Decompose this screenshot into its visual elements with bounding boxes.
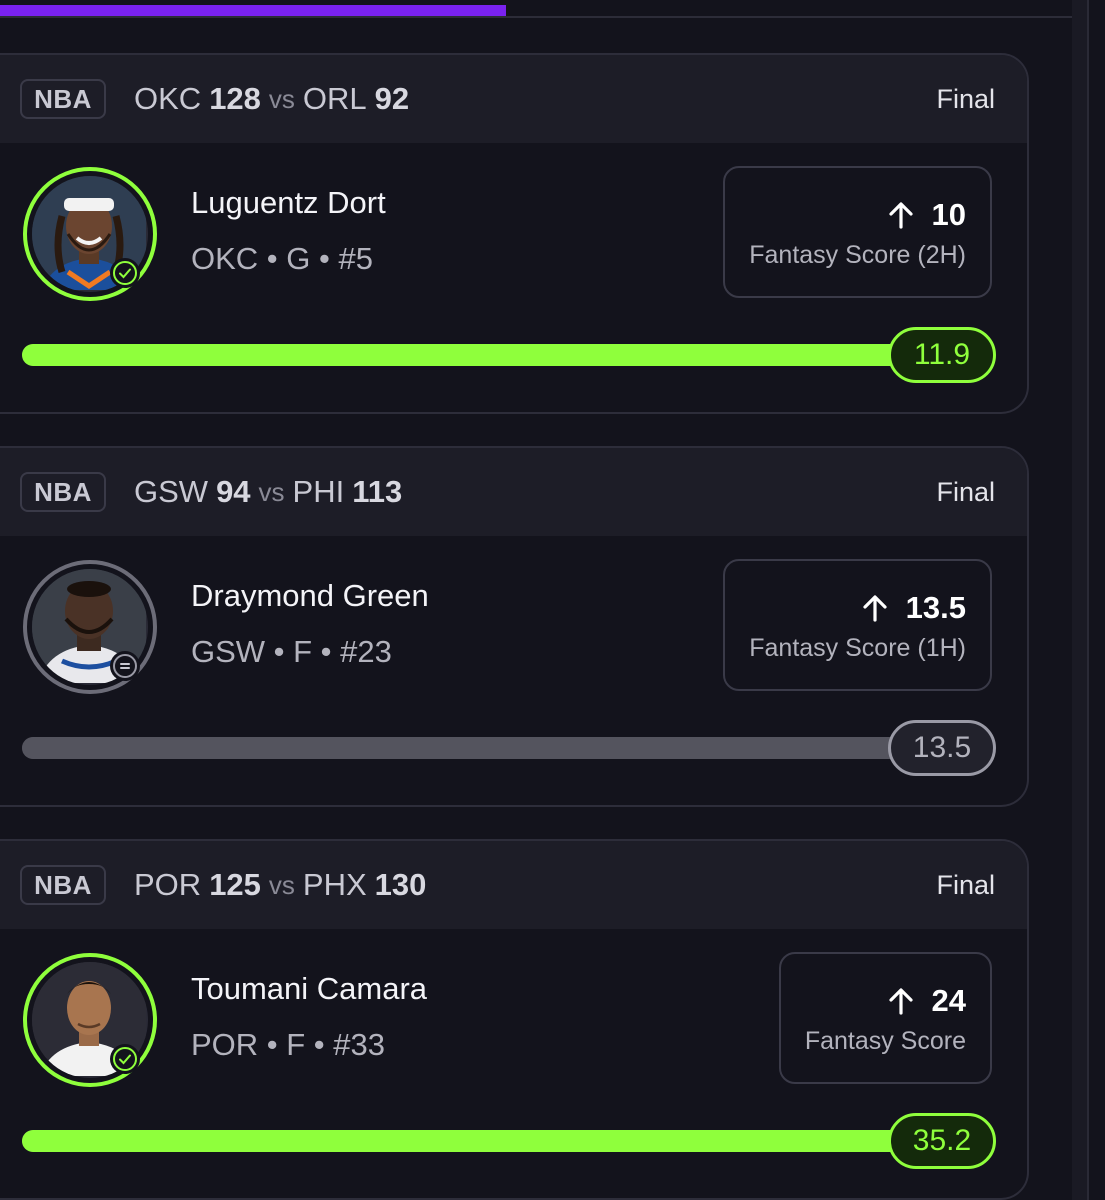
projection-box: 13.5 Fantasy Score (1H) bbox=[723, 559, 992, 691]
top-progress-track bbox=[0, 16, 1072, 18]
result-check-icon bbox=[110, 1044, 140, 1074]
result-value-pill: 11.9 bbox=[888, 327, 996, 383]
home-score: 130 bbox=[374, 867, 427, 902]
player-name: Draymond Green bbox=[191, 578, 429, 613]
vs-label: vs bbox=[268, 83, 295, 114]
projection-box: 10 Fantasy Score (2H) bbox=[723, 166, 992, 298]
home-team: PHI bbox=[292, 474, 345, 509]
stat-label: Fantasy Score (2H) bbox=[749, 240, 966, 269]
game-header: NBA OKC 128 vs ORL 92 Final bbox=[0, 55, 1027, 143]
home-score: 113 bbox=[352, 474, 403, 509]
line-value: 24 bbox=[931, 982, 966, 1018]
away-score: 94 bbox=[216, 474, 251, 509]
pick-card[interactable]: NBA GSW 94 vs PHI 113 Final Draymond Gre… bbox=[0, 446, 1029, 807]
game-status: Final bbox=[936, 869, 995, 900]
player-name: Toumani Camara bbox=[191, 971, 428, 1006]
result-equals-icon bbox=[110, 651, 140, 681]
away-team: OKC bbox=[134, 81, 202, 116]
progress-fill bbox=[22, 737, 942, 759]
league-badge: NBA bbox=[20, 79, 106, 119]
game-header: NBA POR 125 vs PHX 130 Final bbox=[0, 841, 1027, 929]
scrollbar-edge bbox=[1087, 0, 1089, 1200]
progress-track bbox=[22, 737, 942, 759]
scrollbar-rail[interactable] bbox=[1072, 0, 1088, 1200]
player-info: POR • F • #33 bbox=[191, 1027, 385, 1062]
home-score: 92 bbox=[374, 81, 410, 116]
progress-track bbox=[22, 344, 942, 366]
player-info: GSW • F • #23 bbox=[191, 634, 392, 669]
arrow-up-icon bbox=[863, 594, 887, 622]
progress-track bbox=[22, 1130, 942, 1152]
league-badge: NBA bbox=[20, 865, 106, 905]
projection-box: 24 Fantasy Score bbox=[778, 952, 992, 1084]
matchup: POR 125 vs PHX 130 bbox=[134, 865, 426, 905]
line-value: 10 bbox=[931, 196, 966, 232]
home-team: ORL bbox=[302, 81, 367, 116]
away-team: POR bbox=[134, 867, 202, 902]
away-score: 128 bbox=[209, 81, 261, 116]
stat-label: Fantasy Score (1H) bbox=[749, 633, 966, 662]
vs-label: vs bbox=[268, 869, 295, 900]
home-team: PHX bbox=[302, 867, 367, 902]
arrow-up-icon bbox=[888, 987, 913, 1015]
line-value: 13.5 bbox=[905, 589, 966, 625]
stat-label: Fantasy Score bbox=[804, 1026, 966, 1055]
away-score: 125 bbox=[209, 867, 261, 902]
matchup: GSW 94 vs PHI 113 bbox=[134, 472, 402, 512]
game-status: Final bbox=[936, 476, 995, 507]
pick-card[interactable]: NBA OKC 128 vs ORL 92 Final Luguentz Dor… bbox=[0, 53, 1029, 414]
away-team: GSW bbox=[134, 474, 209, 509]
result-check-icon bbox=[110, 258, 140, 288]
vs-label: vs bbox=[258, 476, 285, 507]
progress-fill bbox=[22, 1130, 942, 1152]
league-badge: NBA bbox=[20, 472, 106, 512]
progress-fill bbox=[22, 344, 942, 366]
pick-card[interactable]: NBA POR 125 vs PHX 130 Final Toumani Cam… bbox=[0, 839, 1029, 1200]
game-header: NBA GSW 94 vs PHI 113 Final bbox=[0, 448, 1027, 536]
result-value-pill: 35.2 bbox=[888, 1113, 996, 1169]
result-value-pill: 13.5 bbox=[888, 720, 996, 776]
top-progress-bar bbox=[0, 5, 506, 16]
player-info: OKC • G • #5 bbox=[191, 241, 373, 276]
matchup: OKC 128 vs ORL 92 bbox=[134, 79, 409, 119]
player-name: Luguentz Dort bbox=[191, 185, 386, 220]
game-status: Final bbox=[936, 83, 995, 114]
arrow-up-icon bbox=[888, 201, 913, 229]
